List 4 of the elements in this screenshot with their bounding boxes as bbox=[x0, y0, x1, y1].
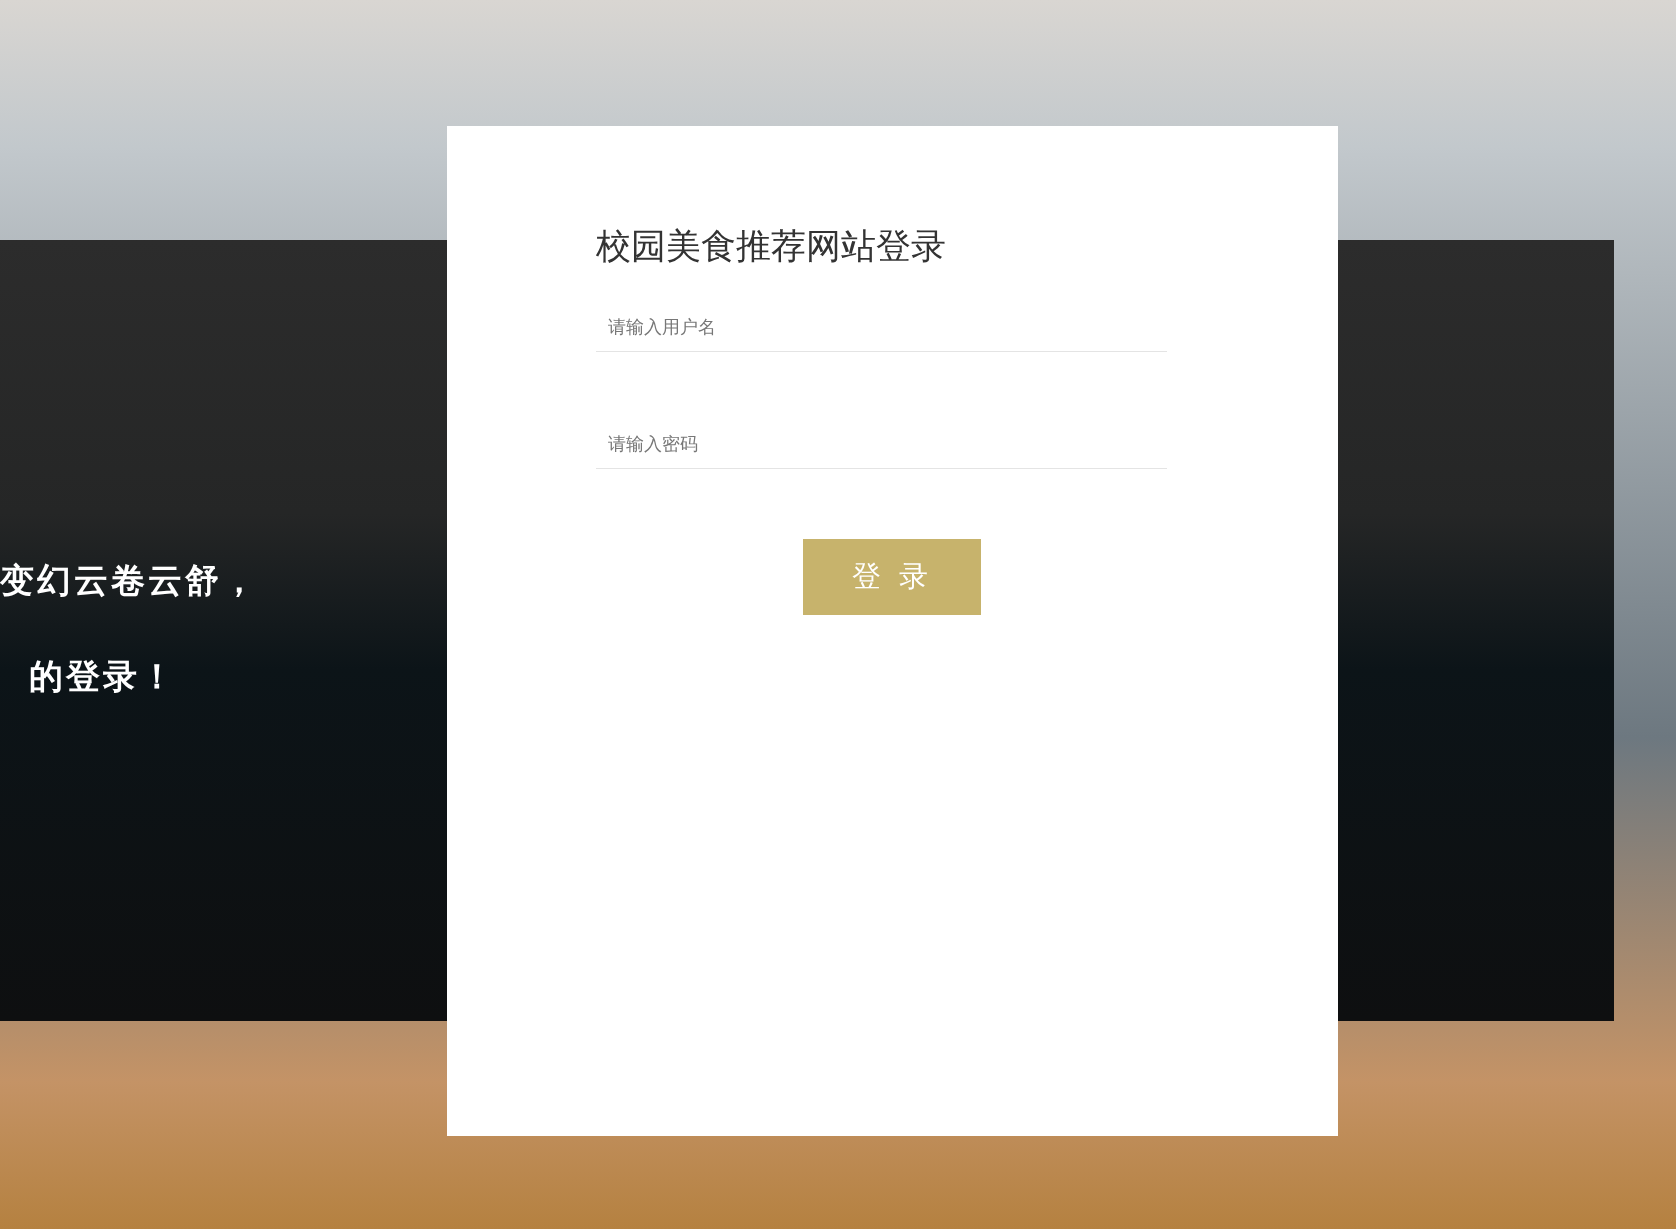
slogan-text: 的登录！ bbox=[28, 656, 177, 696]
login-button[interactable]: 登 录 bbox=[803, 539, 981, 615]
slogan-text: 变幻云卷云舒， bbox=[0, 560, 259, 600]
login-title: 校园美食推荐网站登录 bbox=[596, 225, 947, 268]
